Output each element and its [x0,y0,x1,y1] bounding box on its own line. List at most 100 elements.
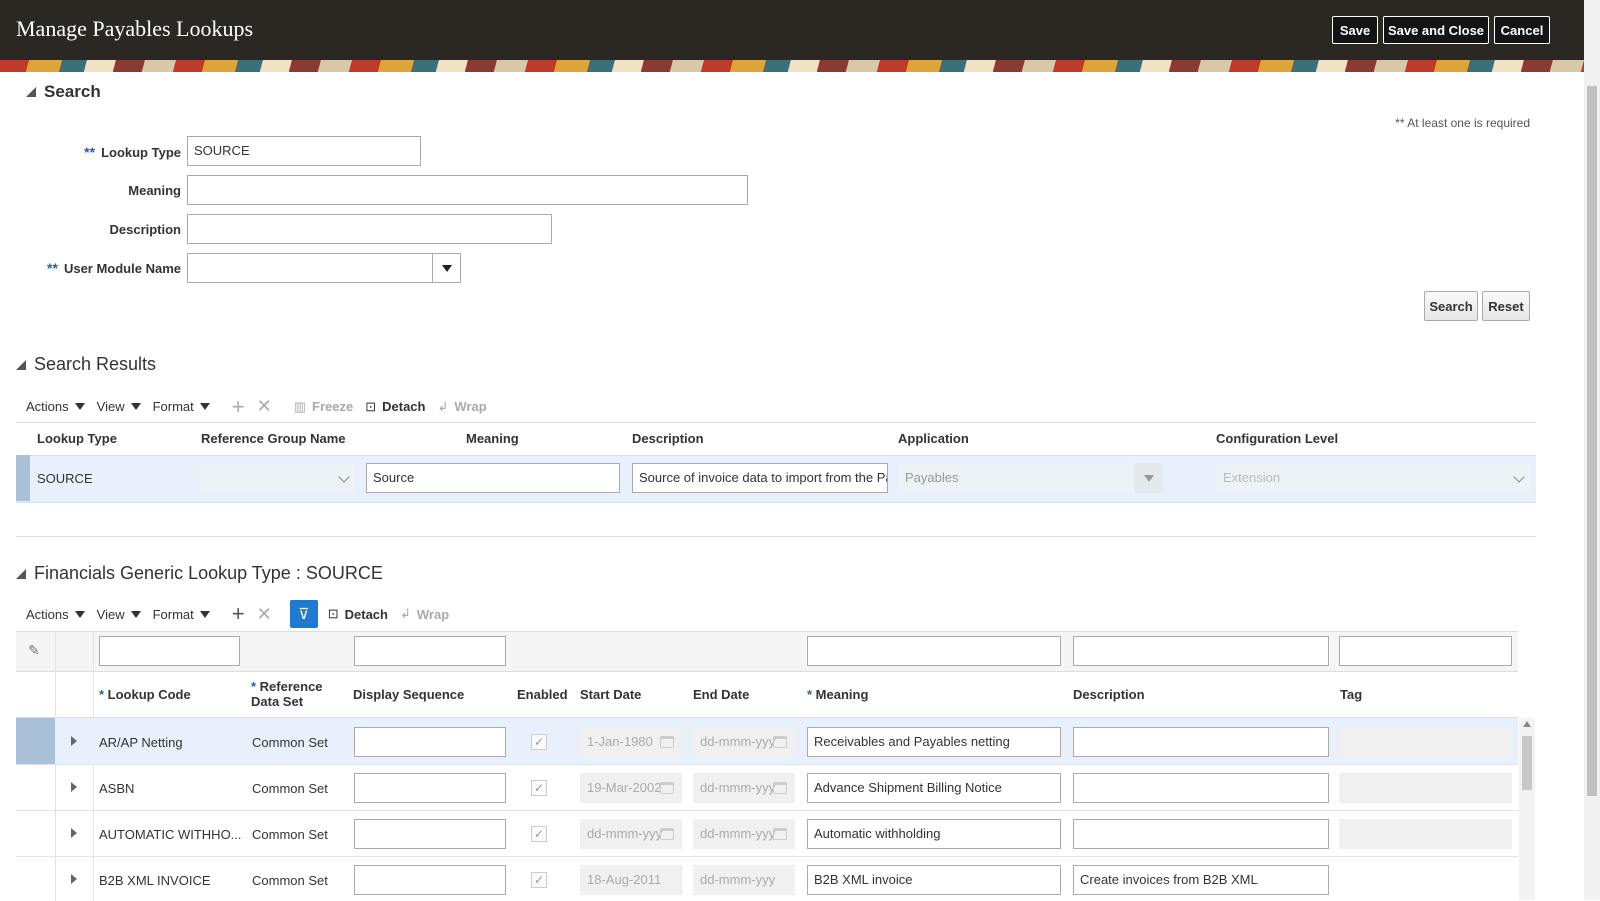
row-selector[interactable] [16,455,30,501]
enabled-checkbox[interactable]: ✓ [531,826,547,842]
detach-button[interactable]: ⊡ Detach [365,399,425,415]
format-menu[interactable]: Format [153,607,210,622]
expand-row-icon[interactable] [71,782,77,792]
application-select[interactable]: Payables [898,463,1134,493]
enabled-checkbox[interactable]: ✓ [531,780,547,796]
calendar-icon[interactable] [660,736,674,748]
col-lookup-code[interactable]: * Lookup Code [99,687,191,702]
format-menu[interactable]: Format [153,399,210,414]
add-icon[interactable]: + [232,603,245,625]
description-input[interactable]: Create invoices from B2B XML [1073,865,1329,895]
col-lookup-type[interactable]: Lookup Type [37,431,117,446]
page-scrollbar[interactable] [1584,0,1600,900]
calendar-icon[interactable] [773,736,787,748]
reference-set-cell: Common Set [252,873,328,888]
col-reference-group[interactable]: Reference Group Name [201,431,346,446]
delete-icon[interactable]: ✕ [257,396,272,417]
scroll-up-icon[interactable] [1523,721,1531,727]
enabled-checkbox[interactable]: ✓ [531,872,547,888]
reset-button[interactable]: Reset [1482,291,1530,321]
col-configuration-level[interactable]: Configuration Level [1216,431,1338,446]
detail-section-header[interactable]: Financials Generic Lookup Type : SOURCE [16,563,383,584]
expand-row-icon[interactable] [71,828,77,838]
col-display-sequence[interactable]: Display Sequence [353,687,464,702]
save-and-close-button[interactable]: Save and Close [1383,16,1489,44]
meaning-input[interactable]: Advance Shipment Billing Notice [807,773,1061,803]
col-meaning[interactable]: Meaning [466,431,519,446]
required-marker: * [807,687,816,702]
end-date-input[interactable]: dd-mmm-yyy [693,865,795,895]
col-meaning[interactable]: * Meaning [807,687,868,702]
display-sequence-input[interactable] [354,865,506,895]
lookup-type-label: ** Lookup Type [84,144,181,160]
filter-tag[interactable] [1339,636,1512,666]
add-icon[interactable]: + [232,395,245,417]
description-input[interactable] [187,214,552,244]
col-tag[interactable]: Tag [1340,687,1362,702]
dropdown-button[interactable] [432,253,461,283]
freeze-button[interactable]: ▥ Freeze [294,399,354,415]
actions-menu[interactable]: Actions [26,399,85,414]
description-input[interactable] [1073,727,1329,757]
meaning-input[interactable]: Receivables and Payables netting [807,727,1061,757]
display-sequence-input[interactable] [354,819,506,849]
search-button[interactable]: Search [1424,291,1478,321]
row-selector[interactable] [16,718,55,764]
expand-row-icon[interactable] [71,874,77,884]
user-module-select[interactable] [187,253,433,283]
col-description[interactable]: Description [632,431,704,446]
col-end-date[interactable]: End Date [693,687,749,702]
decorative-banner [0,60,1584,72]
table-scroll-thumb[interactable] [1522,736,1532,790]
filter-description[interactable] [1073,636,1329,666]
tag-input[interactable] [1339,819,1512,849]
start-date-input[interactable]: 18-Aug-2011 [580,865,682,895]
collapse-icon[interactable] [16,359,26,370]
filter-lookup-code[interactable] [99,636,240,666]
filter-display-sequence[interactable] [354,636,506,666]
search-section-header[interactable]: Search [26,82,101,102]
lookup-type-cell: SOURCE [37,471,93,486]
col-description[interactable]: Description [1073,687,1145,702]
view-menu[interactable]: View [97,607,141,622]
enabled-checkbox[interactable]: ✓ [531,734,547,750]
col-start-date[interactable]: Start Date [580,687,641,702]
col-application[interactable]: Application [898,431,969,446]
view-menu[interactable]: View [97,399,141,414]
meaning-cell-input[interactable]: Source [366,463,620,493]
config-level-select[interactable]: Extension [1216,463,1530,493]
actions-menu[interactable]: Actions [26,607,85,622]
wrap-button[interactable]: ↲ Wrap [400,606,449,622]
filter-meaning[interactable] [807,636,1061,666]
detach-button[interactable]: ⊡ Detach [328,606,388,622]
calendar-icon[interactable] [773,828,787,840]
delete-icon[interactable]: ✕ [257,604,272,625]
collapse-icon[interactable] [16,568,26,579]
wrap-button[interactable]: ↲ Wrap [437,399,486,415]
col-enabled[interactable]: Enabled [517,687,568,702]
meaning-input[interactable]: B2B XML invoice [807,865,1061,895]
expand-row-icon[interactable] [71,736,77,746]
results-section-header[interactable]: Search Results [16,354,156,375]
tag-input[interactable] [1339,727,1512,757]
reference-group-select[interactable] [200,463,355,493]
query-by-example-icon[interactable]: ⊽ [289,600,318,628]
page-scroll-thumb[interactable] [1587,86,1597,796]
description-input[interactable] [1073,819,1329,849]
cancel-button[interactable]: Cancel [1494,16,1550,44]
lookup-type-input[interactable]: SOURCE [187,136,421,166]
col-reference-data-set[interactable]: * Reference Data Set [251,679,323,709]
display-sequence-input[interactable] [354,773,506,803]
collapse-icon[interactable] [26,87,36,97]
meaning-input[interactable]: Automatic withholding [807,819,1061,849]
save-button[interactable]: Save [1332,16,1378,44]
calendar-icon[interactable] [660,828,674,840]
application-dropdown[interactable] [1134,463,1163,493]
tag-input[interactable] [1339,773,1512,803]
calendar-icon[interactable] [773,782,787,794]
display-sequence-input[interactable] [354,727,506,757]
description-input[interactable] [1073,773,1329,803]
meaning-input[interactable] [187,175,748,205]
calendar-icon[interactable] [660,782,674,794]
description-cell-input[interactable]: Source of invoice data to import from th… [632,463,888,493]
